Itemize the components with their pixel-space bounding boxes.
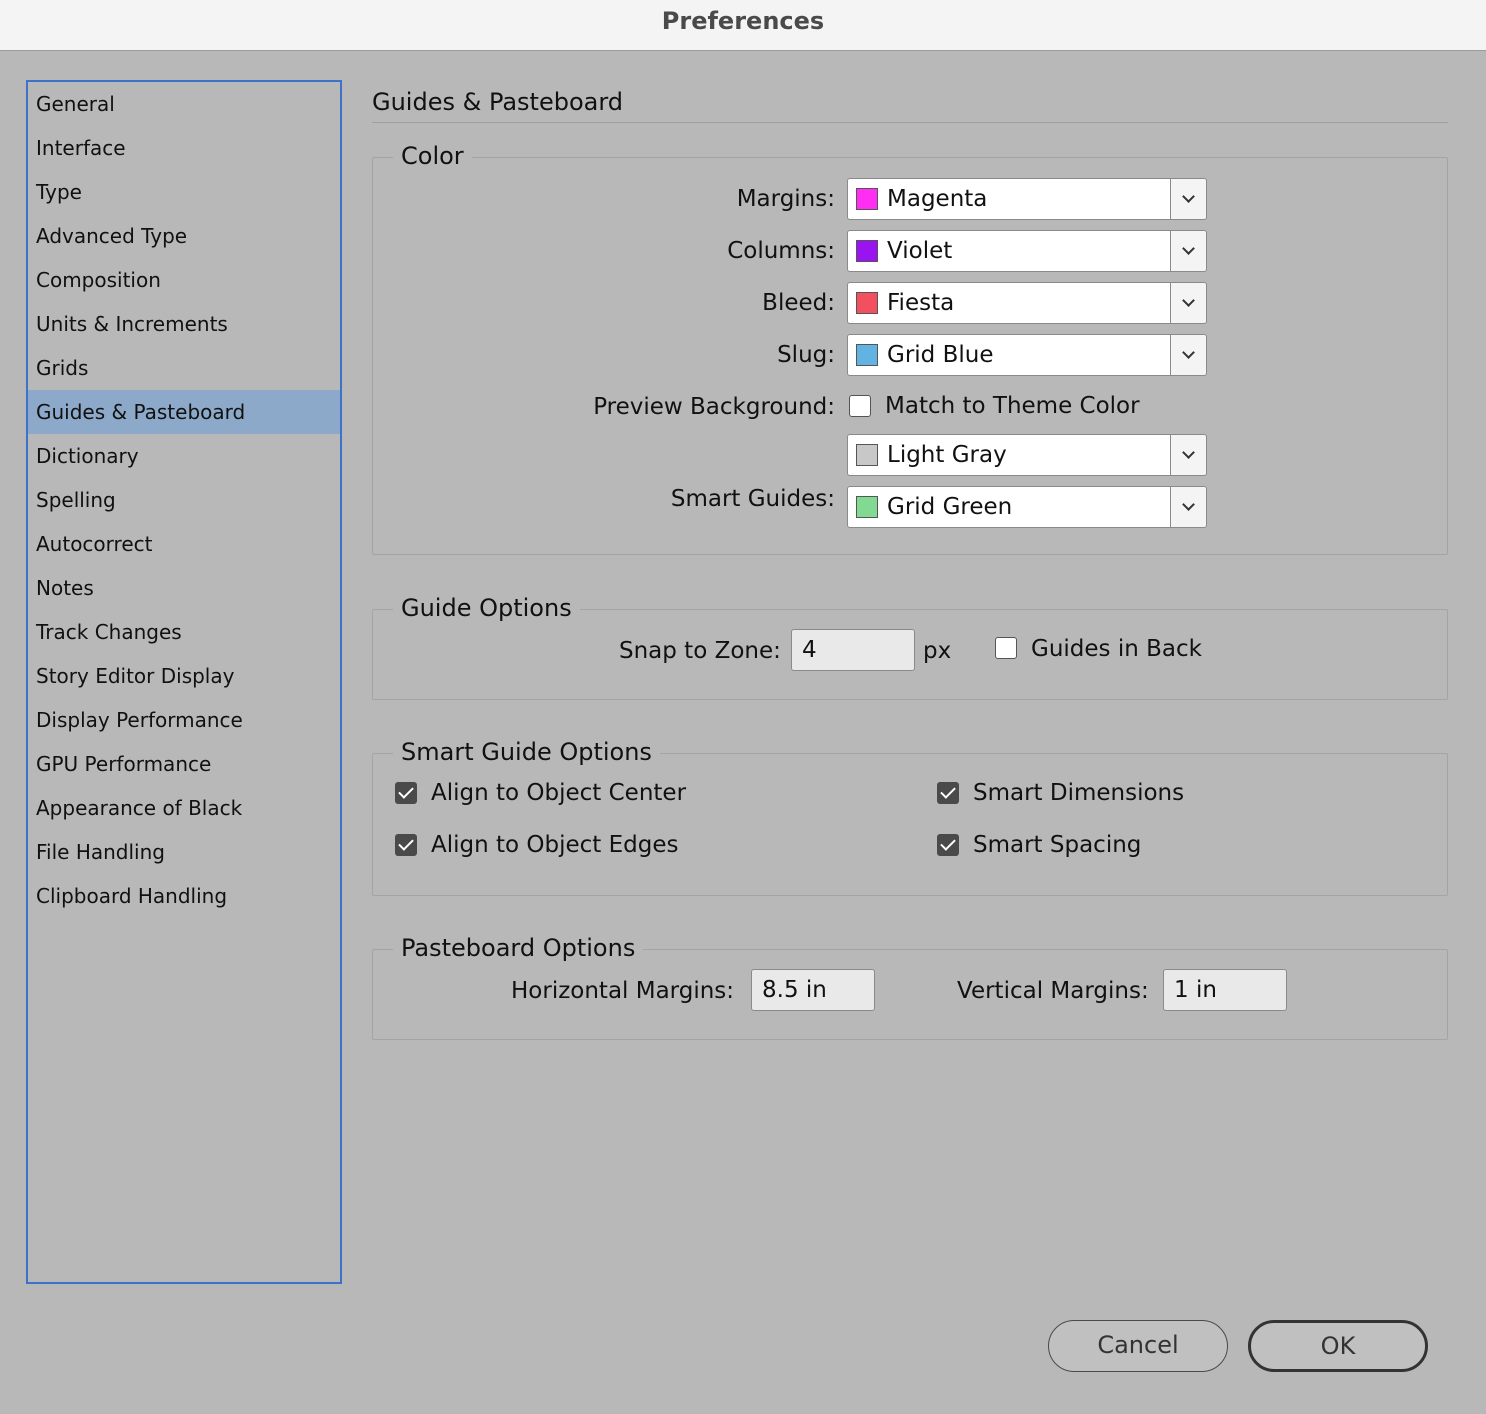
cancel-button[interactable]: Cancel: [1048, 1320, 1228, 1372]
columns-label: Columns:: [727, 238, 835, 264]
align-center-checkbox[interactable]: [395, 782, 417, 804]
align-edges-checkbox[interactable]: [395, 834, 417, 856]
sidebar-item-notes[interactable]: Notes: [28, 566, 340, 610]
window-title: Preferences: [0, 0, 1486, 51]
preview-background-label: Preview Background:: [593, 394, 835, 420]
slug-color-value: Grid Blue: [887, 342, 994, 368]
bleed-label: Bleed:: [762, 290, 835, 316]
sidebar-item-dictionary[interactable]: Dictionary: [28, 434, 340, 478]
chevron-down-icon: [1182, 498, 1195, 511]
guides-in-back-label: Guides in Back: [1031, 636, 1202, 662]
sidebar-item-story-editor-display[interactable]: Story Editor Display: [28, 654, 340, 698]
sidebar-item-track-changes[interactable]: Track Changes: [28, 610, 340, 654]
page-title: Guides & Pasteboard: [372, 88, 624, 116]
sidebar-item-guides-pasteboard[interactable]: Guides & Pasteboard: [28, 390, 340, 434]
ok-button[interactable]: OK: [1248, 1320, 1428, 1372]
sidebar-item-clipboard-handling[interactable]: Clipboard Handling: [28, 874, 340, 918]
pasteboard-options-group: Pasteboard Options Horizontal Margins: 8…: [372, 932, 1448, 1040]
guide-options-title: Guide Options: [393, 592, 580, 624]
slug-color-select[interactable]: Grid Blue: [847, 334, 1207, 376]
smart-guides-swatch: [856, 496, 878, 518]
color-group: Color Margins: Magenta Columns: Violet B…: [372, 140, 1448, 555]
sidebar-item-display-performance[interactable]: Display Performance: [28, 698, 340, 742]
columns-dropdown-button[interactable]: [1170, 231, 1206, 271]
align-edges-label: Align to Object Edges: [431, 832, 679, 858]
smart-dimensions-label: Smart Dimensions: [973, 780, 1185, 806]
bleed-swatch: [856, 292, 878, 314]
margins-label: Margins:: [736, 186, 835, 212]
columns-color-value: Violet: [887, 238, 953, 264]
smart-guides-dropdown-button[interactable]: [1170, 487, 1206, 527]
horizontal-margins-input[interactable]: 8.5 in: [751, 969, 875, 1011]
preview-background-dropdown-button[interactable]: [1170, 435, 1206, 475]
sidebar-item-autocorrect[interactable]: Autocorrect: [28, 522, 340, 566]
columns-swatch: [856, 240, 878, 262]
guides-in-back-checkbox[interactable]: [995, 637, 1017, 659]
sidebar-item-grids[interactable]: Grids: [28, 346, 340, 390]
margins-color-value: Magenta: [887, 186, 988, 212]
smart-spacing-checkbox[interactable]: [937, 834, 959, 856]
sidebar-item-composition[interactable]: Composition: [28, 258, 340, 302]
margins-color-select[interactable]: Magenta: [847, 178, 1207, 220]
preview-background-swatch: [856, 444, 878, 466]
smart-dimensions-checkbox[interactable]: [937, 782, 959, 804]
slug-dropdown-button[interactable]: [1170, 335, 1206, 375]
pasteboard-options-title: Pasteboard Options: [393, 932, 644, 964]
slug-label: Slug:: [777, 342, 835, 368]
smart-guide-options-group: Smart Guide Options Align to Object Cent…: [372, 736, 1448, 896]
sidebar-item-general[interactable]: General: [28, 82, 340, 126]
vertical-margins-label: Vertical Margins:: [957, 978, 1149, 1004]
bleed-color-value: Fiesta: [887, 290, 955, 316]
chevron-down-icon: [1182, 346, 1195, 359]
sidebar-item-interface[interactable]: Interface: [28, 126, 340, 170]
preview-background-color-select[interactable]: Light Gray: [847, 434, 1207, 476]
margins-dropdown-button[interactable]: [1170, 179, 1206, 219]
match-theme-color-checkbox[interactable]: [849, 395, 871, 417]
bleed-dropdown-button[interactable]: [1170, 283, 1206, 323]
smart-guide-options-title: Smart Guide Options: [393, 736, 660, 768]
sidebar-item-spelling[interactable]: Spelling: [28, 478, 340, 522]
chevron-down-icon: [1182, 446, 1195, 459]
smart-spacing-label: Smart Spacing: [973, 832, 1142, 858]
horizontal-margins-label: Horizontal Margins:: [511, 978, 735, 1004]
sidebar-item-file-handling[interactable]: File Handling: [28, 830, 340, 874]
vertical-margins-input[interactable]: 1 in: [1163, 969, 1287, 1011]
align-center-label: Align to Object Center: [431, 780, 687, 806]
sidebar-item-advanced-type[interactable]: Advanced Type: [28, 214, 340, 258]
match-theme-color-label: Match to Theme Color: [885, 393, 1140, 419]
columns-color-select[interactable]: Violet: [847, 230, 1207, 272]
sidebar-item-type[interactable]: Type: [28, 170, 340, 214]
guide-options-group: Guide Options Snap to Zone: 4 px Guides …: [372, 592, 1448, 700]
margins-swatch: [856, 188, 878, 210]
chevron-down-icon: [1182, 190, 1195, 203]
bleed-color-select[interactable]: Fiesta: [847, 282, 1207, 324]
chevron-down-icon: [1182, 294, 1195, 307]
sidebar-item-appearance-of-black[interactable]: Appearance of Black: [28, 786, 340, 830]
smart-guides-color-value: Grid Green: [887, 494, 1013, 520]
smart-guides-color-select[interactable]: Grid Green: [847, 486, 1207, 528]
sidebar-item-gpu-performance[interactable]: GPU Performance: [28, 742, 340, 786]
sidebar-item-units-increments[interactable]: Units & Increments: [28, 302, 340, 346]
snap-unit-label: px: [923, 638, 952, 664]
title-divider: [372, 122, 1448, 123]
snap-to-zone-input[interactable]: 4: [791, 629, 915, 671]
chevron-down-icon: [1182, 242, 1195, 255]
preferences-sidebar: General Interface Type Advanced Type Com…: [26, 80, 342, 1284]
snap-to-zone-label: Snap to Zone:: [619, 638, 781, 664]
slug-swatch: [856, 344, 878, 366]
color-group-title: Color: [393, 140, 472, 172]
smart-guides-label: Smart Guides:: [670, 486, 835, 512]
preview-background-color-value: Light Gray: [887, 442, 1007, 468]
